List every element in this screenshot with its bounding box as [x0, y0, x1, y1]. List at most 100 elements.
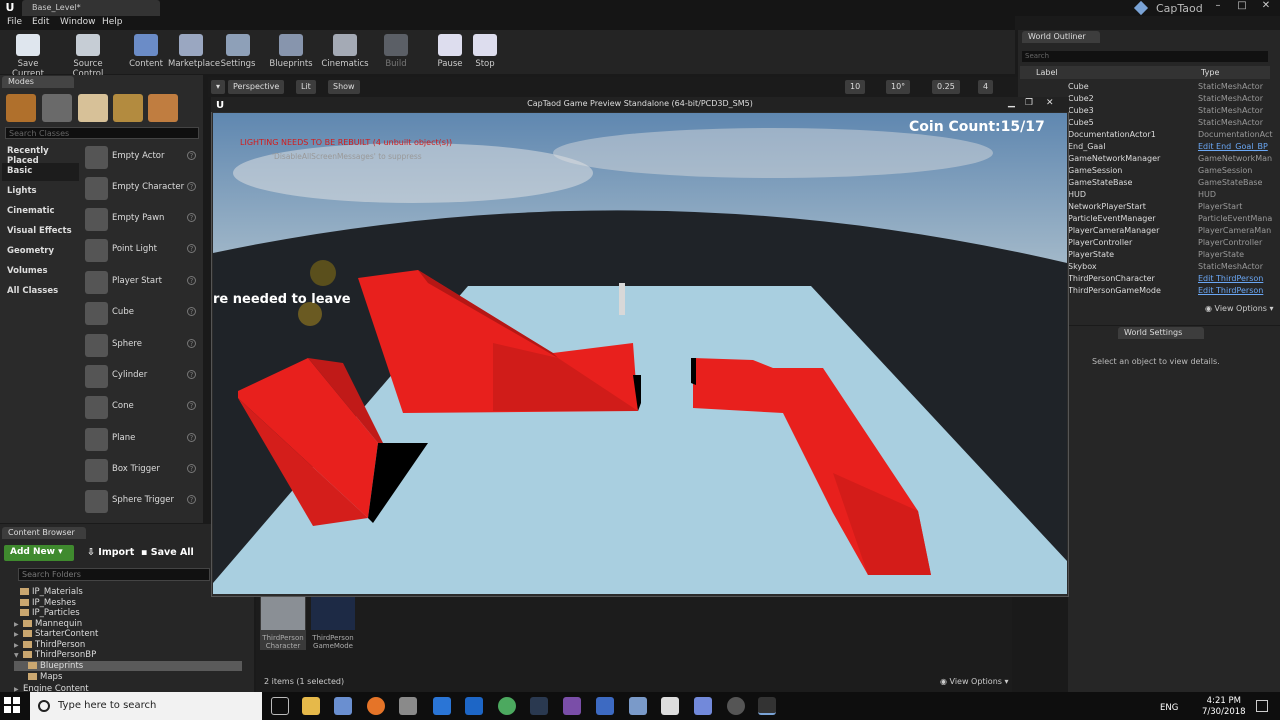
help-icon[interactable]: ? — [187, 276, 196, 285]
unreal-taskbar-icon[interactable] — [758, 697, 776, 715]
folder-mannequin[interactable]: ▶ Mannequin — [14, 619, 242, 629]
place-item[interactable]: Box Trigger? — [82, 456, 200, 486]
rotation-snap-value[interactable]: 10° — [886, 80, 911, 94]
category-all-classes[interactable]: All Classes — [2, 283, 79, 301]
taskbar-clock[interactable]: 4:21 PM 7/30/2018 — [1202, 696, 1246, 718]
game-close-icon[interactable]: ✕ — [1046, 98, 1054, 108]
save-current-button[interactable]: Save Current — [3, 32, 53, 79]
close-icon[interactable]: ✕ — [1254, 0, 1278, 16]
landscape-mode-icon[interactable] — [78, 94, 108, 122]
file-explorer-icon[interactable] — [302, 697, 320, 715]
place-item[interactable]: Point Light? — [82, 236, 200, 266]
store-icon[interactable] — [334, 697, 352, 715]
app-icon[interactable] — [563, 697, 581, 715]
column-type[interactable]: Type — [1201, 68, 1219, 77]
place-item[interactable]: Empty Character? — [82, 174, 200, 204]
folder-ip-meshes[interactable]: IP_Meshes — [14, 598, 242, 608]
category-cinematic[interactable]: Cinematic — [2, 203, 79, 221]
camera-speed-value[interactable]: 4 — [978, 80, 994, 94]
asset-third-person-character[interactable]: ThirdPerson Character — [260, 596, 306, 650]
outliner-row-type[interactable]: Edit ThirdPerson — [1198, 274, 1263, 283]
content-button[interactable]: Content — [122, 32, 170, 72]
minimize-icon[interactable]: – — [1206, 0, 1230, 16]
folder-third-person[interactable]: ▶ ThirdPerson — [14, 640, 242, 650]
help-icon[interactable]: ? — [187, 244, 196, 253]
notifications-icon[interactable] — [1256, 700, 1268, 712]
maximize-icon[interactable]: □ — [1230, 0, 1254, 16]
mail-icon[interactable] — [661, 697, 679, 715]
folder-ip-materials[interactable]: IP_Materials — [14, 587, 242, 597]
modes-tab[interactable]: Modes — [2, 76, 74, 88]
help-icon[interactable]: ? — [187, 401, 196, 410]
app-icon[interactable] — [465, 697, 483, 715]
outliner-row-type[interactable]: Edit ThirdPerson — [1198, 286, 1263, 295]
world-outliner-tab[interactable]: World Outliner — [1022, 31, 1100, 43]
help-icon[interactable]: ? — [187, 213, 196, 222]
build-button[interactable]: Build — [372, 32, 420, 72]
place-item[interactable]: Empty Actor? — [82, 143, 200, 173]
edge-icon[interactable] — [433, 697, 451, 715]
firefox-icon[interactable] — [367, 697, 385, 715]
outliner-view-options-button[interactable]: ◉ View Options ▾ — [1205, 304, 1274, 313]
search-classes-input[interactable]: Search Classes — [5, 127, 199, 139]
place-item[interactable]: Player Start? — [82, 268, 200, 298]
menu-edit[interactable]: Edit — [32, 17, 49, 27]
cinematics-button[interactable]: Cinematics — [321, 32, 369, 72]
place-item[interactable]: Cylinder? — [82, 362, 200, 392]
outliner-row-type[interactable]: Edit End_Goal_BP — [1198, 142, 1268, 151]
place-item[interactable]: Sphere? — [82, 331, 200, 361]
place-item[interactable]: Plane? — [82, 425, 200, 455]
app-icon[interactable] — [629, 697, 647, 715]
expand-icon[interactable]: ▶ — [14, 631, 23, 638]
folder-engine-content[interactable]: ▶ Engine Content — [14, 684, 242, 692]
help-icon[interactable]: ? — [187, 464, 196, 473]
place-item[interactable]: Cone? — [82, 393, 200, 423]
view-options-button[interactable]: ◉ View Options ▾ — [940, 677, 1009, 686]
notepad-icon[interactable] — [399, 697, 417, 715]
perspective-button[interactable]: Perspective — [228, 80, 285, 94]
outliner-row[interactable]: Cube StaticMeshActor — [1022, 81, 1270, 93]
expand-icon[interactable]: ▶ — [14, 642, 23, 649]
menu-file[interactable]: File — [7, 17, 22, 27]
viewport-menu-icon[interactable]: ▾ — [211, 80, 226, 94]
app-icon[interactable] — [727, 697, 745, 715]
import-button[interactable]: ⇩ Import — [84, 545, 137, 561]
blueprints-button[interactable]: Blueprints — [266, 32, 316, 72]
game-scene[interactable] — [213, 113, 1067, 594]
asset-third-person-gamemode[interactable]: ThirdPerson GameMode — [310, 596, 356, 650]
scale-snap-value[interactable]: 0.25 — [932, 80, 960, 94]
show-button[interactable]: Show — [328, 80, 360, 94]
windows-start-icon[interactable] — [4, 697, 26, 715]
outliner-search-input[interactable]: Search — [1022, 51, 1268, 62]
taskbar-search-input[interactable]: Type here to search — [30, 692, 262, 720]
category-lights[interactable]: Lights — [2, 183, 79, 201]
category-visual-effects[interactable]: Visual Effects — [2, 223, 79, 241]
stop-button[interactable]: Stop — [468, 32, 502, 72]
pause-button[interactable]: Pause — [432, 32, 468, 72]
language-indicator[interactable]: ENG — [1160, 703, 1178, 713]
geometry-mode-icon[interactable] — [148, 94, 178, 122]
folder-third-person-bp[interactable]: ▼ ThirdPersonBP — [14, 650, 242, 660]
game-maximize-icon[interactable]: ❐ — [1025, 98, 1033, 108]
help-icon[interactable]: ? — [187, 339, 196, 348]
task-view-icon[interactable] — [271, 697, 289, 715]
column-label[interactable]: Label — [1036, 68, 1058, 77]
settings-button[interactable]: Settings — [216, 32, 260, 72]
folder-maps[interactable]: Maps — [14, 672, 242, 682]
world-settings-tab[interactable]: World Settings — [1118, 327, 1204, 339]
collapse-icon[interactable]: ▼ — [14, 652, 23, 659]
lit-button[interactable]: Lit — [296, 80, 316, 94]
place-item[interactable]: Sphere Trigger? — [82, 487, 200, 517]
category-geometry[interactable]: Geometry — [2, 243, 79, 261]
app-icon[interactable] — [596, 697, 614, 715]
menu-help[interactable]: Help — [102, 17, 123, 27]
help-icon[interactable]: ? — [187, 495, 196, 504]
foliage-mode-icon[interactable] — [113, 94, 143, 122]
menu-window[interactable]: Window — [60, 17, 96, 27]
folder-ip-particles[interactable]: IP_Particles — [14, 608, 242, 618]
chrome-icon[interactable] — [498, 697, 516, 715]
category-basic[interactable]: Basic — [2, 163, 79, 181]
help-icon[interactable]: ? — [187, 307, 196, 316]
game-minimize-icon[interactable]: ▁ — [1008, 98, 1015, 108]
add-new-button[interactable]: Add New ▾ — [4, 545, 74, 561]
